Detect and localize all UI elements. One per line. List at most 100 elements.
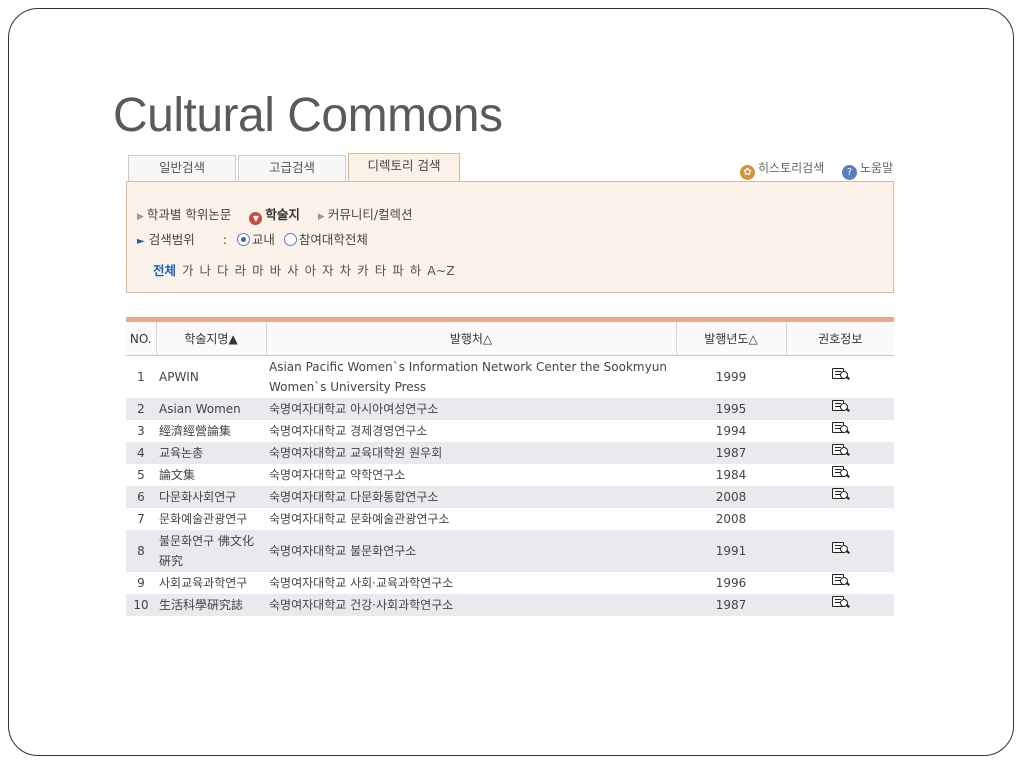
help-icon: ? (842, 165, 857, 180)
issue-info-cell (786, 594, 894, 616)
scope-row: ► 검색범위 : 교내 참여대학전체 (137, 229, 368, 248)
table-row: 5 論文集 숙명여자대학교 약학연구소 1984 (126, 464, 894, 486)
radio-selected-icon (236, 233, 250, 246)
journal-name[interactable]: 문화예술관광연구 (156, 508, 266, 530)
row-number: 7 (137, 512, 145, 526)
table-row: 1 APWIN Asian Pacific Women`s Information … (126, 356, 894, 399)
issue-info-cell (786, 420, 894, 442)
index-letter[interactable]: 가 (182, 260, 194, 279)
journal-name[interactable]: 生活科學硏究誌 (156, 594, 266, 616)
journal-name[interactable]: APWIN (156, 356, 266, 399)
index-letter[interactable]: 파 (392, 260, 404, 279)
category-row: ▶ 학과별 학위논문 ▼ 학술지 ▶ 커뮤니티/컬렉션 (137, 204, 427, 225)
journal-name[interactable]: 교육논총 (156, 442, 266, 464)
hint-link[interactable]: ? 노움말 (842, 159, 893, 180)
publisher: 숙명여자대학교 사회·교육과학연구소 (269, 576, 454, 590)
index-letter[interactable]: 바 (270, 260, 282, 279)
table-row: 3 經濟經營論集 숙명여자대학교 경제경영연구소 1994 (126, 420, 894, 442)
category-theses-label: 학과별 학위논문 (146, 207, 232, 222)
scope-option-campus[interactable]: 교내 (236, 232, 275, 247)
table-row: 8 불문화연구 佛文化硏究 숙명여자대학교 불문화연구소 1991 (126, 530, 894, 572)
book-magnifier-icon[interactable] (831, 573, 850, 587)
category-theses[interactable]: ▶ 학과별 학위논문 (137, 207, 231, 222)
publish-year: 1987 (676, 594, 786, 616)
history-search-label: 히스토리검색 (758, 161, 825, 175)
issue-info-cell (786, 464, 894, 486)
index-letter[interactable]: 마 (252, 260, 264, 279)
publisher: 숙명여자대학교 경제경영연구소 (269, 424, 428, 438)
journal-name[interactable]: 다문화사회연구 (156, 486, 266, 508)
history-search-link[interactable]: ✿ 히스토리검색 (740, 159, 824, 180)
journal-name[interactable]: 불문화연구 佛文化硏究 (156, 530, 266, 572)
index-letter[interactable]: A~Z (427, 263, 455, 278)
hint-label: 노움말 (860, 161, 894, 175)
publisher: Asian Pacific Women`s Information Networ… (269, 360, 667, 394)
history-search-icon: ✿ (740, 165, 755, 180)
header-journal-name[interactable]: 학술지명▲ (156, 322, 267, 356)
row-number: 6 (126, 486, 156, 508)
publish-year: 2008 (715, 512, 747, 526)
triangle-right-icon: ▶ (137, 212, 144, 222)
header-year[interactable]: 발행년도△ (676, 322, 787, 356)
index-letter[interactable]: 사 (287, 260, 299, 279)
header-publisher[interactable]: 발행처△ (266, 322, 677, 356)
slide-title: Cultural Commons (113, 89, 503, 142)
index-letter[interactable]: 하 (410, 260, 422, 279)
index-letter[interactable]: 라 (235, 260, 247, 279)
row-number: 4 (126, 442, 156, 464)
journal-name[interactable]: 사회교육과학연구 (156, 572, 266, 594)
issue-info-cell (786, 530, 894, 572)
publish-year: 1996 (715, 576, 747, 590)
table-row: 7 문화예술관광연구 숙명여자대학교 문화예술관광연구소 2008 (126, 508, 894, 530)
tab-advanced-search[interactable]: 고급검색 (238, 155, 346, 181)
index-letter[interactable]: 다 (217, 260, 229, 279)
index-letter[interactable]: 자 (322, 260, 334, 279)
scope-option-all[interactable]: 참여대학전체 (283, 232, 368, 247)
publisher: 숙명여자대학교 불문화연구소 (266, 530, 676, 572)
row-number: 9 (137, 576, 145, 590)
journal-name[interactable]: 經濟經營論集 (156, 420, 266, 442)
issue-info-cell (786, 442, 894, 464)
category-journals[interactable]: ▼ 학술지 (249, 207, 300, 225)
book-magnifier-icon[interactable] (831, 421, 850, 435)
publisher: 숙명여자대학교 건강·사회과학연구소 (266, 594, 676, 616)
row-number: 1 (137, 370, 145, 384)
index-letter[interactable]: 전체 (153, 260, 176, 279)
issue-info-cell (786, 486, 894, 508)
header-no: NO. (126, 322, 157, 356)
tab-basic-search[interactable]: 일반검색 (128, 155, 236, 181)
book-magnifier-icon[interactable] (831, 595, 850, 609)
issue-info-cell (786, 356, 894, 399)
journal-name[interactable]: Asian Women (156, 398, 266, 420)
book-magnifier-icon[interactable] (831, 465, 850, 479)
publisher: 숙명여자대학교 문화예술관광연구소 (269, 512, 450, 526)
category-community[interactable]: ▶ 커뮤니티/컬렉션 (318, 207, 413, 222)
book-magnifier-icon[interactable] (831, 487, 850, 501)
publish-year: 1987 (676, 442, 786, 464)
bullet-arrow-icon: ► (137, 236, 145, 247)
table-row: 9 사회교육과학연구 숙명여자대학교 사회·교육과학연구소 1996 (126, 572, 894, 594)
index-letter[interactable]: 나 (200, 260, 212, 279)
book-magnifier-icon[interactable] (831, 541, 850, 555)
alphabet-index: 전체 가 나 다 라 마 바 사 아 자 차 카 타 파 하 A~Z (153, 260, 461, 279)
index-letter[interactable]: 아 (305, 260, 317, 279)
index-letter[interactable]: 카 (357, 260, 369, 279)
category-community-label: 커뮤니티/컬렉션 (327, 207, 413, 222)
tab-directory-search[interactable]: 디렉토리 검색 (348, 153, 460, 183)
journal-name[interactable]: 論文集 (156, 464, 266, 486)
publisher: 숙명여자대학교 다문화통합연구소 (266, 486, 676, 508)
book-magnifier-icon[interactable] (831, 443, 850, 457)
book-magnifier-icon[interactable] (831, 399, 850, 413)
issue-info-cell (786, 398, 894, 420)
publish-year: 1995 (676, 398, 786, 420)
publish-year: 1984 (715, 468, 747, 482)
chevron-down-circle-icon: ▼ (249, 212, 263, 225)
index-letter[interactable]: 타 (375, 260, 387, 279)
row-number: 8 (126, 530, 156, 572)
index-letter[interactable]: 차 (340, 260, 352, 279)
radio-unselected-icon (283, 233, 297, 246)
header-issue-info: 권호정보 (786, 322, 894, 356)
row-number: 2 (126, 398, 156, 420)
publish-year: 2008 (676, 486, 786, 508)
book-magnifier-icon[interactable] (831, 367, 850, 381)
